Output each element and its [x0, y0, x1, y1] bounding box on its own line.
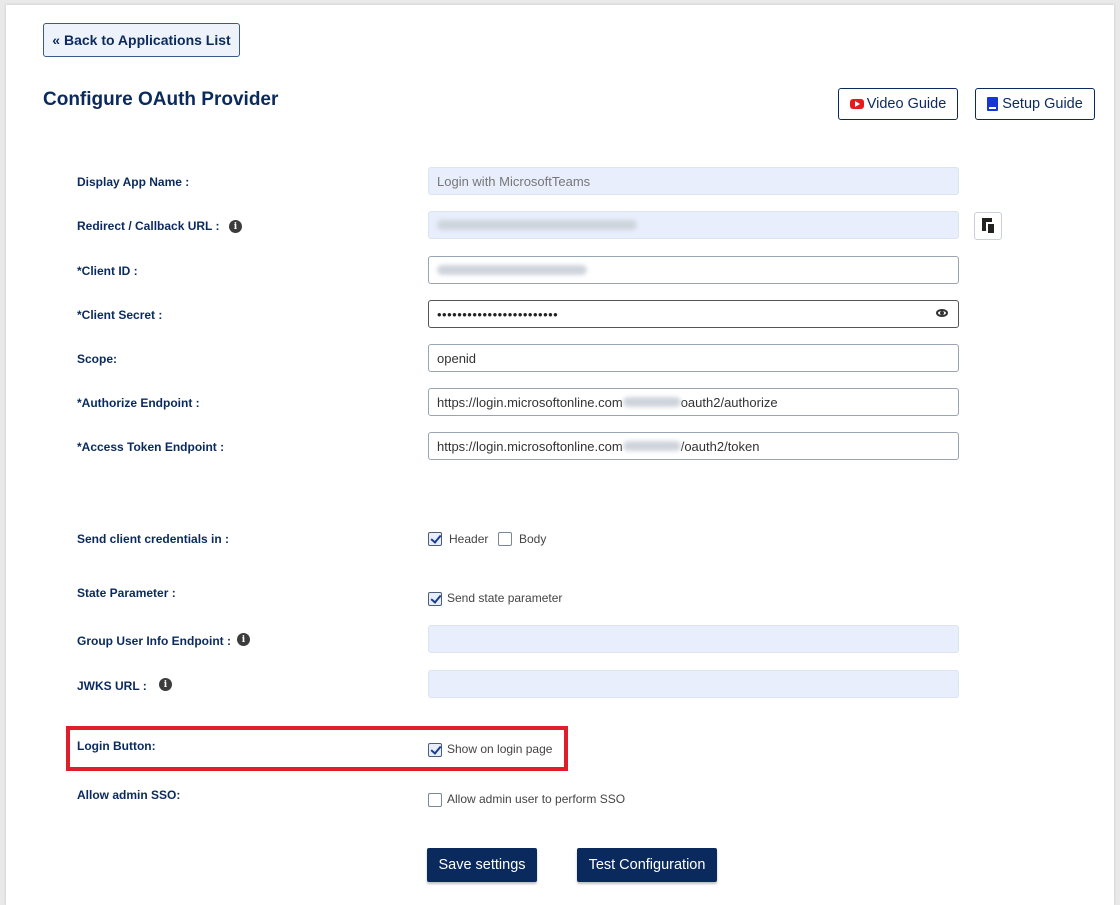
- state-parameter-option: Send state parameter: [447, 591, 563, 605]
- scope-field[interactable]: openid: [428, 344, 959, 372]
- group-user-info-label: Group User Info Endpoint :: [77, 634, 231, 648]
- access-token-endpoint-field[interactable]: https://login.microsoftonline.com /oauth…: [428, 432, 959, 460]
- save-settings-button[interactable]: Save settings: [427, 848, 537, 882]
- page-title: Configure OAuth Provider: [43, 89, 279, 110]
- state-parameter-checkbox[interactable]: [428, 592, 442, 606]
- book-icon: [987, 97, 999, 111]
- admin-sso-checkbox[interactable]: [428, 793, 442, 807]
- authorize-endpoint-suffix: oauth2/authorize: [680, 394, 778, 410]
- youtube-icon: [849, 99, 864, 109]
- access-token-endpoint-label: *Access Token Endpoint :: [77, 440, 225, 454]
- info-icon[interactable]: i: [237, 633, 250, 646]
- client-id-label: *Client ID :: [77, 264, 138, 278]
- redacted-tenant: [622, 441, 681, 451]
- client-secret-label: *Client Secret :: [77, 308, 163, 322]
- setup-guide-button[interactable]: Setup Guide: [975, 88, 1095, 120]
- eye-icon[interactable]: [936, 309, 948, 317]
- send-credentials-label: Send client credentials in :: [77, 532, 230, 546]
- video-guide-button[interactable]: Video Guide: [838, 88, 958, 120]
- state-parameter-label: State Parameter :: [77, 586, 176, 600]
- authorize-endpoint-label: *Authorize Endpoint :: [77, 396, 200, 410]
- scope-value: openid: [437, 350, 477, 366]
- setup-guide-label: Setup Guide: [1002, 96, 1083, 112]
- display-app-name-field[interactable]: Login with MicrosoftTeams: [428, 167, 959, 195]
- test-configuration-button[interactable]: Test Configuration: [577, 848, 717, 882]
- video-guide-label: Video Guide: [866, 96, 947, 112]
- show-on-login-page-checkbox[interactable]: [428, 743, 442, 757]
- redacted-tenant: [622, 397, 681, 407]
- redirect-url-field[interactable]: [428, 211, 959, 239]
- info-icon[interactable]: i: [229, 220, 242, 233]
- copy-icon[interactable]: [974, 212, 1002, 240]
- jwks-url-label: JWKS URL :: [77, 679, 147, 693]
- redirect-url-label: Redirect / Callback URL :: [77, 219, 220, 233]
- client-secret-value: ••••••••••••••••••••••••: [437, 306, 559, 322]
- display-app-name-label: Display App Name :: [77, 175, 190, 189]
- login-button-label: Login Button:: [77, 739, 156, 753]
- scope-label: Scope:: [77, 352, 118, 366]
- header-checkbox-label: Header: [449, 532, 489, 546]
- display-app-name-value: Login with MicrosoftTeams: [437, 173, 591, 189]
- access-token-endpoint-suffix: /oauth2/token: [680, 438, 760, 454]
- body-checkbox[interactable]: [498, 532, 512, 546]
- back-to-applications-button[interactable]: « Back to Applications List: [43, 23, 240, 57]
- redacted-client-id: [437, 265, 587, 275]
- info-icon[interactable]: i: [159, 678, 172, 691]
- jwks-url-field[interactable]: [428, 670, 959, 698]
- body-checkbox-label: Body: [519, 532, 547, 546]
- group-user-info-field[interactable]: [428, 625, 959, 653]
- header-checkbox[interactable]: [428, 532, 442, 546]
- client-id-field[interactable]: [428, 256, 959, 284]
- client-secret-field[interactable]: ••••••••••••••••••••••••: [428, 300, 959, 328]
- show-on-login-page-option: Show on login page: [447, 742, 553, 756]
- admin-sso-option: Allow admin user to perform SSO: [447, 792, 626, 806]
- config-panel: « Back to Applications List Configure OA…: [6, 5, 1114, 905]
- admin-sso-label: Allow admin SSO:: [77, 788, 181, 802]
- access-token-endpoint-prefix: https://login.microsoftonline.com: [437, 438, 623, 454]
- authorize-endpoint-field[interactable]: https://login.microsoftonline.com oauth2…: [428, 388, 959, 416]
- authorize-endpoint-prefix: https://login.microsoftonline.com: [437, 394, 623, 410]
- redacted-url: [437, 220, 637, 230]
